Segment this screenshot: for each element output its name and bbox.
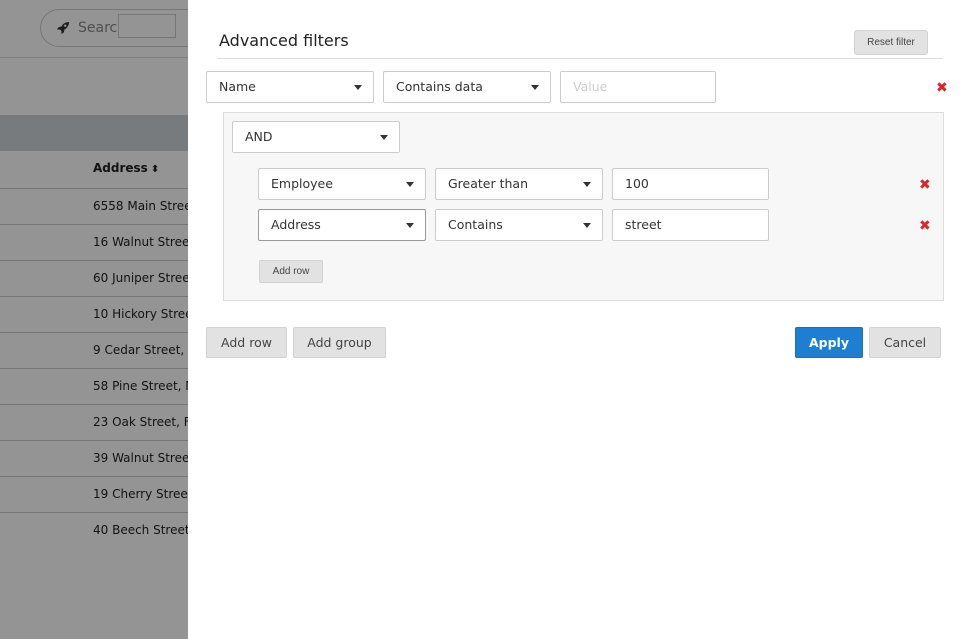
- caret-down-icon: [583, 223, 591, 228]
- filter-group: AND Employee Greater than 100 ✖ Address …: [223, 112, 944, 301]
- caret-down-icon: [531, 85, 539, 90]
- panel-title: Advanced filters: [219, 31, 349, 50]
- close-icon[interactable]: ✖: [936, 81, 948, 95]
- group-row-field-value: Employee: [271, 176, 333, 191]
- group-row-operator-value: Greater than: [448, 176, 529, 191]
- cancel-button[interactable]: Cancel: [869, 327, 941, 358]
- group-row-operator-value: Contains: [448, 217, 503, 232]
- group-logic-select[interactable]: AND: [232, 121, 400, 153]
- reset-filter-button[interactable]: Reset filter: [854, 30, 928, 55]
- field-select-value: Name: [219, 79, 256, 94]
- group-logic-value: AND: [245, 129, 273, 144]
- add-group-button[interactable]: Add group: [293, 327, 386, 358]
- close-icon[interactable]: ✖: [919, 178, 931, 192]
- field-select[interactable]: Name: [206, 71, 374, 103]
- advanced-filters-panel: Advanced filters Reset filter Name Conta…: [188, 0, 960, 639]
- group-row-field-select[interactable]: Address: [258, 209, 426, 241]
- group-row-operator-select[interactable]: Contains: [435, 209, 603, 241]
- caret-down-icon: [406, 182, 414, 187]
- group-row-field-select[interactable]: Employee: [258, 168, 426, 200]
- apply-button[interactable]: Apply: [795, 327, 863, 358]
- caret-down-icon: [354, 85, 362, 90]
- group-row-value-input[interactable]: 100: [612, 168, 769, 200]
- add-row-button[interactable]: Add row: [206, 327, 287, 358]
- caret-down-icon: [583, 182, 591, 187]
- group-row-operator-select[interactable]: Greater than: [435, 168, 603, 200]
- title-divider: [217, 58, 943, 59]
- operator-select-value: Contains data: [396, 79, 483, 94]
- group-add-row-button[interactable]: Add row: [259, 260, 323, 283]
- caret-down-icon: [406, 223, 414, 228]
- group-row-field-value: Address: [271, 217, 321, 232]
- caret-down-icon: [380, 135, 388, 140]
- value-input[interactable]: Value: [560, 71, 716, 103]
- operator-select[interactable]: Contains data: [383, 71, 551, 103]
- group-row-value-input[interactable]: street: [612, 209, 769, 241]
- close-icon[interactable]: ✖: [919, 219, 931, 233]
